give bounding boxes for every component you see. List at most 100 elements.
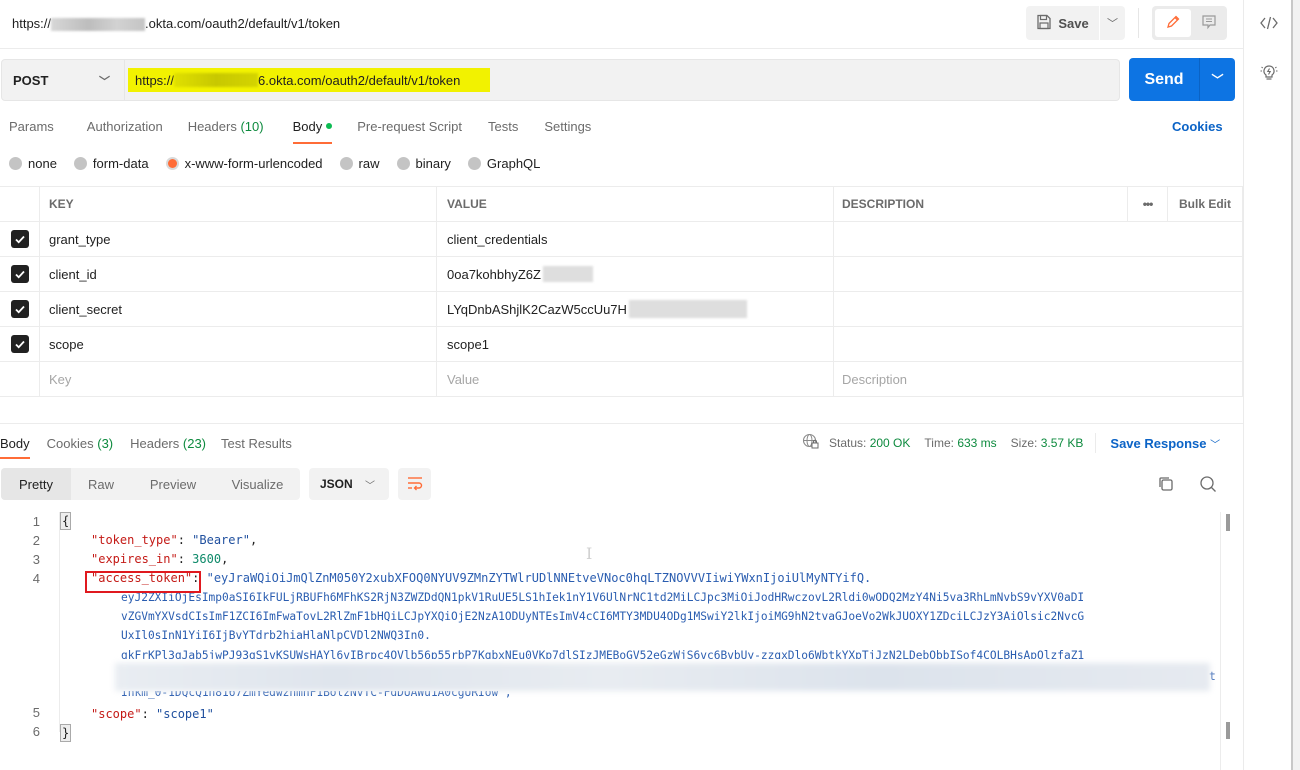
size-value: 3.57 KB xyxy=(1040,436,1084,450)
radio-graphql[interactable]: GraphQL xyxy=(467,156,540,171)
pane-divider[interactable] xyxy=(0,423,1243,424)
response-tab-cookies[interactable]: Cookies (3) xyxy=(47,433,113,459)
response-tab-headers[interactable]: Headers (23) xyxy=(130,433,206,459)
radio-binary[interactable]: binary xyxy=(396,156,451,171)
request-title[interactable]: https:// .okta.com/oauth2/default/v1/toke… xyxy=(12,16,340,32)
description-cell[interactable] xyxy=(834,257,1243,291)
view-mode-tabs: Pretty Raw Preview Visualize xyxy=(1,468,300,500)
lightbulb-icon xyxy=(1259,63,1279,86)
line-number: 6 xyxy=(32,724,40,739)
postman-app: https:// .okta.com/oauth2/default/v1/toke… xyxy=(0,0,1300,770)
code-line-wrapped: Inkm_0-1DQcQ1n8167ZmYedwznmnF1BolzNvTC-F… xyxy=(121,691,512,699)
view-visualize[interactable]: Visualize xyxy=(215,468,300,500)
save-button[interactable]: Save xyxy=(1026,6,1099,40)
tab-count: (23) xyxy=(182,436,207,451)
description-input-placeholder[interactable]: Description xyxy=(834,362,1243,396)
table-row: scope scope1 xyxy=(0,327,1243,362)
row-checkbox[interactable] xyxy=(10,230,29,248)
response-meta: Status: 200 OK Time: 633 ms Size: 3.57 K… xyxy=(802,433,1220,453)
tab-body[interactable]: Body xyxy=(292,116,333,144)
scrollbar-thumb[interactable] xyxy=(1226,514,1230,531)
wrap-lines-button[interactable] xyxy=(398,468,431,500)
description-cell[interactable] xyxy=(834,292,1243,326)
view-pretty[interactable]: Pretty xyxy=(1,468,71,500)
value-cell[interactable]: LYqDnbAShjlK2CazW5ccUu7H xyxy=(437,292,834,326)
comment-mode-button[interactable] xyxy=(1193,9,1225,37)
send-button[interactable]: Send xyxy=(1129,58,1199,101)
method-select[interactable]: POST ﹀ xyxy=(1,59,125,101)
key-cell[interactable]: grant_type xyxy=(40,222,437,256)
more-options-button[interactable]: ••• xyxy=(1128,187,1168,221)
response-tab-test-results[interactable]: Test Results xyxy=(221,433,292,459)
radio-form-data[interactable]: form-data xyxy=(73,156,149,171)
send-options-dropdown[interactable]: ﹀ xyxy=(1200,58,1235,101)
green-dot-indicator xyxy=(326,123,333,129)
url-input[interactable]: https:// 6.okta.com/oauth2/default/v1/tok… xyxy=(125,59,1120,101)
cookies-link[interactable]: Cookies xyxy=(1172,119,1223,134)
code-snippet-button[interactable] xyxy=(1258,13,1280,35)
save-response-button[interactable]: Save Response ﹀ xyxy=(1110,436,1220,451)
row-checkbox[interactable] xyxy=(10,265,29,283)
tab-pre-request-script[interactable]: Pre-request Script xyxy=(357,116,462,144)
row-checkbox[interactable] xyxy=(10,335,29,353)
save-options-dropdown[interactable]: ﹀ xyxy=(1100,6,1125,40)
view-raw[interactable]: Raw xyxy=(71,468,131,500)
description-cell[interactable] xyxy=(834,327,1243,361)
status-label: Status: xyxy=(829,436,867,450)
code-icon xyxy=(1259,15,1279,34)
copy-button[interactable] xyxy=(1156,474,1176,494)
chevron-down-icon: ﹀ xyxy=(1211,73,1224,87)
key-cell[interactable]: scope xyxy=(40,327,437,361)
value-input-placeholder[interactable]: Value xyxy=(437,362,834,396)
network-globe-icon[interactable] xyxy=(802,433,819,453)
format-select[interactable]: JSON ﹀ xyxy=(309,468,389,500)
code-line: } xyxy=(60,724,72,743)
chevron-down-icon: ﹀ xyxy=(365,481,375,492)
redacted-region xyxy=(542,266,593,282)
editor-scrollbar[interactable] xyxy=(1220,512,1234,770)
key-input-placeholder[interactable]: Key xyxy=(40,362,437,396)
tab-settings[interactable]: Settings xyxy=(544,116,591,144)
status-value: 200 OK xyxy=(869,436,911,450)
response-tab-body[interactable]: Body xyxy=(0,433,30,459)
table-header-row: KEY VALUE DESCRIPTION ••• Bulk Edit xyxy=(0,187,1243,222)
response-body-editor[interactable]: 1 2 3 4 5 6 { "token_type": "Bearer", "e… xyxy=(0,512,1220,770)
value-text: LYqDnbAShjlK2CazW5ccUu7H xyxy=(447,301,627,317)
description-cell[interactable] xyxy=(834,222,1243,256)
tab-label: Body xyxy=(292,119,323,134)
divider xyxy=(1095,433,1097,453)
code-line-wrapped: vZGVmYXVsdCIsImF1ZCI6ImFwaTovL2RlZmF1bHQ… xyxy=(121,610,1085,623)
column-header-key: KEY xyxy=(40,187,437,221)
scrollbar-thumb[interactable] xyxy=(1226,722,1230,739)
radio-raw[interactable]: raw xyxy=(339,156,380,171)
value-cell[interactable]: scope1 xyxy=(437,327,834,361)
insights-button[interactable] xyxy=(1258,63,1280,85)
tab-label: Params xyxy=(9,119,54,134)
send-button-group: Send ﹀ xyxy=(1129,58,1235,101)
value-cell[interactable]: client_credentials xyxy=(437,222,834,256)
key-cell[interactable]: client_secret xyxy=(40,292,437,326)
bulk-edit-button[interactable]: Bulk Edit xyxy=(1168,187,1243,221)
chevron-down-icon: ﹀ xyxy=(1210,439,1221,451)
radio-x-www-form-urlencoded[interactable]: x-www-form-urlencoded xyxy=(165,156,323,171)
edit-mode-button[interactable] xyxy=(1155,9,1191,37)
row-checkbox[interactable] xyxy=(10,300,29,318)
json-key: "token_type" xyxy=(91,533,178,547)
line-number: 5 xyxy=(32,705,40,720)
code-line-wrapped: t xyxy=(1209,670,1216,683)
tab-authorization[interactable]: Authorization xyxy=(87,116,163,144)
url-suffix: 6.okta.com/oauth2/default/v1/token xyxy=(258,72,461,88)
time-value: 633 ms xyxy=(957,436,997,450)
view-preview[interactable]: Preview xyxy=(131,468,215,500)
size-readout: Size: 3.57 KB xyxy=(1011,436,1084,450)
json-string: "scope1" xyxy=(156,707,214,721)
radio-none[interactable]: none xyxy=(9,156,57,171)
value-cell[interactable]: 0oa7kohbhyZ6Z xyxy=(437,257,834,291)
key-cell[interactable]: client_id xyxy=(40,257,437,291)
tab-params[interactable]: Params xyxy=(9,116,54,144)
search-button[interactable] xyxy=(1198,474,1218,494)
format-label: JSON xyxy=(320,477,353,491)
tab-label: Settings xyxy=(544,119,592,134)
tab-headers[interactable]: Headers (10) xyxy=(188,116,264,144)
tab-tests[interactable]: Tests xyxy=(488,116,518,144)
